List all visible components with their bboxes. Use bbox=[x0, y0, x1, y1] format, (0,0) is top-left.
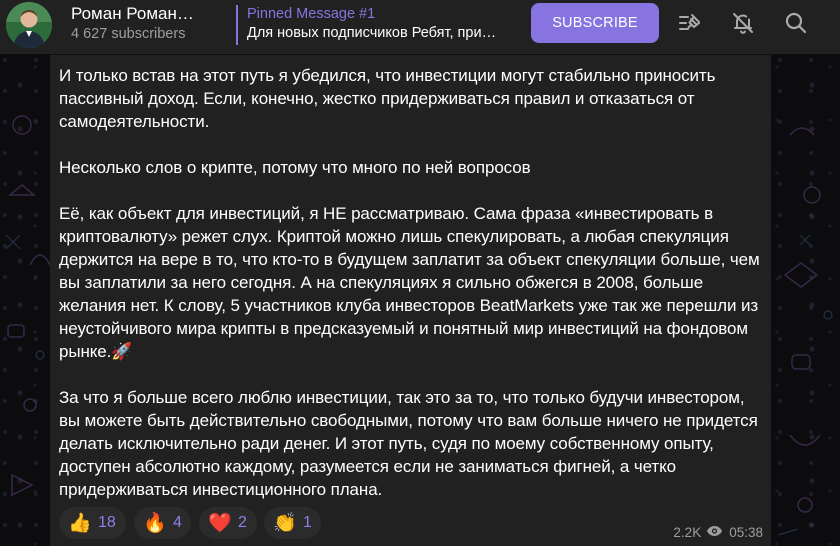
thumbs-up-icon: 👍 bbox=[68, 512, 92, 534]
heart-icon: ❤️ bbox=[208, 512, 232, 534]
reaction-count: 1 bbox=[303, 514, 312, 531]
telegram-channel-window: И только встав на этот путь я убедился, … bbox=[0, 0, 840, 546]
post-paragraph: За что я больше всего люблю инвестиции, … bbox=[59, 388, 758, 499]
reaction-count: 18 bbox=[98, 514, 116, 531]
pinned-message[interactable]: Pinned Message #1 Для новых подписчиков … bbox=[236, 5, 506, 45]
channel-title[interactable]: Роман Роман… bbox=[71, 4, 211, 24]
reaction-count: 4 bbox=[173, 514, 182, 531]
subscribe-button[interactable]: SUBSCRIBE bbox=[531, 3, 659, 43]
reaction-fire[interactable]: 🔥 4 bbox=[134, 507, 191, 539]
views-count: 2.2K bbox=[673, 525, 702, 540]
post-paragraph: Её, как объект для инвестиций, я НЕ расс… bbox=[59, 204, 760, 361]
pinned-list-icon[interactable] bbox=[676, 9, 704, 37]
reaction-thumbs-up[interactable]: 👍 18 bbox=[59, 507, 126, 539]
post-meta: 2.2K 05:38 bbox=[673, 525, 763, 540]
post-paragraph: Несколько слов о крипте, потому что мног… bbox=[59, 158, 531, 177]
pinned-message-text: Для новых подписчиков Ребят, при… bbox=[247, 25, 497, 41]
eye-icon bbox=[706, 525, 723, 540]
post-time: 05:38 bbox=[729, 525, 763, 540]
avatar[interactable] bbox=[6, 2, 52, 48]
channel-post: И только встав на этот путь я убедился, … bbox=[50, 55, 771, 546]
chat-header: Роман Роман… 4 627 subscribers Pinned Me… bbox=[0, 0, 840, 55]
clapping-hands-icon: 👏 bbox=[273, 512, 297, 534]
post-paragraph: И только встав на этот путь я убедился, … bbox=[59, 66, 716, 131]
fire-icon: 🔥 bbox=[143, 512, 167, 534]
reaction-heart[interactable]: ❤️ 2 bbox=[199, 507, 257, 539]
reaction-count: 2 bbox=[238, 514, 247, 531]
search-icon[interactable] bbox=[782, 9, 810, 37]
reaction-clap[interactable]: 👏 1 bbox=[264, 507, 321, 539]
post-text: И только встав на этот путь я убедился, … bbox=[59, 64, 765, 501]
subscriber-count: 4 627 subscribers bbox=[71, 26, 186, 42]
pinned-message-title: Pinned Message #1 bbox=[247, 6, 376, 22]
bell-muted-icon[interactable] bbox=[729, 9, 757, 37]
